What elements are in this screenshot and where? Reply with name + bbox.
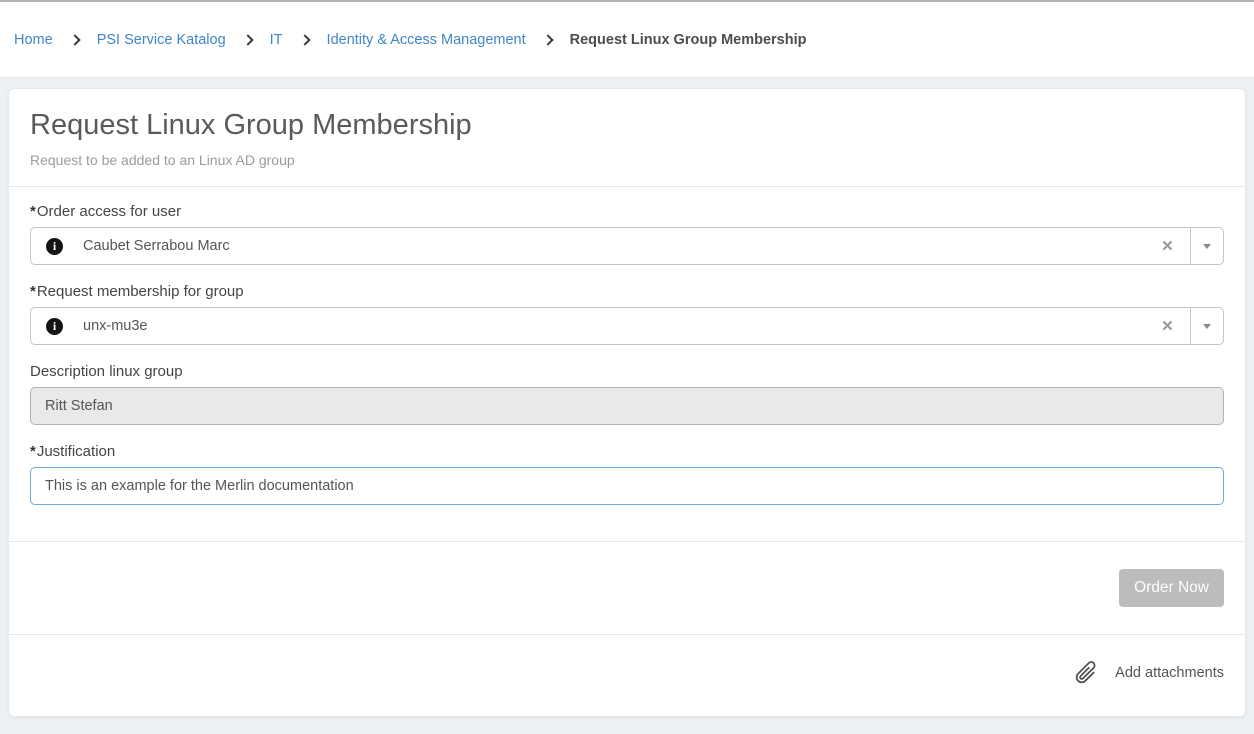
add-attachments-button[interactable]: Add attachments <box>1073 659 1224 686</box>
description-linux-group-label: Description linux group <box>30 363 1224 380</box>
caret-down-icon <box>1203 244 1211 249</box>
info-icon[interactable]: i <box>46 318 63 335</box>
clear-icon[interactable]: × <box>1160 237 1175 256</box>
breadcrumb-bar: Home PSI Service Katalog IT Identity & A… <box>0 2 1254 78</box>
chevron-right-icon <box>242 34 253 45</box>
order-access-for-user-label: *Order access for user <box>30 203 1224 220</box>
order-access-for-user-dropdown-toggle[interactable] <box>1190 228 1223 264</box>
breadcrumb-link-identity-access-management[interactable]: Identity & Access Management <box>327 32 526 48</box>
breadcrumb: Home PSI Service Katalog IT Identity & A… <box>14 32 806 48</box>
order-access-for-user-selected-value: Caubet Serrabou Marc <box>83 238 230 254</box>
request-membership-for-group-label: *Request membership for group <box>30 283 1224 300</box>
justification-field[interactable] <box>30 467 1224 505</box>
chevron-right-icon <box>299 34 310 45</box>
breadcrumb-link-psi-service-katalog[interactable]: PSI Service Katalog <box>97 32 226 48</box>
clear-icon[interactable]: × <box>1160 317 1175 336</box>
order-access-for-user-select: i Caubet Serrabou Marc × <box>30 227 1224 265</box>
info-icon[interactable]: i <box>46 238 63 255</box>
attachments-row: Add attachments <box>9 634 1245 716</box>
actions-row: Order Now <box>9 541 1245 634</box>
request-form-card: Request Linux Group Membership Request t… <box>8 88 1246 717</box>
description-linux-group-field <box>30 387 1224 425</box>
order-now-button[interactable]: Order Now <box>1119 569 1224 607</box>
card-header: Request Linux Group Membership Request t… <box>9 89 1245 187</box>
form-group-order-access-for-user: *Order access for user i Caubet Serrabou… <box>30 203 1224 265</box>
breadcrumb-link-home[interactable]: Home <box>14 32 53 48</box>
required-marker: * <box>30 203 36 220</box>
caret-down-icon <box>1203 324 1211 329</box>
form-group-description-linux-group: Description linux group <box>30 363 1224 425</box>
request-membership-for-group-select-value-area[interactable]: i unx-mu3e × <box>31 308 1190 344</box>
chevron-right-icon <box>69 34 80 45</box>
page-subtitle: Request to be added to an Linux AD group <box>30 152 1224 168</box>
request-membership-for-group-select: i unx-mu3e × <box>30 307 1224 345</box>
form-group-justification: *Justification <box>30 443 1224 505</box>
chevron-right-icon <box>542 34 553 45</box>
request-membership-for-group-selected-value: unx-mu3e <box>83 318 147 334</box>
breadcrumb-current: Request Linux Group Membership <box>570 32 807 48</box>
breadcrumb-link-it[interactable]: IT <box>270 32 283 48</box>
required-marker: * <box>30 283 36 300</box>
add-attachments-label: Add attachments <box>1115 665 1224 681</box>
required-marker: * <box>30 443 36 460</box>
order-access-for-user-select-value-area[interactable]: i Caubet Serrabou Marc × <box>31 228 1190 264</box>
page-body: Request Linux Group Membership Request t… <box>0 78 1254 729</box>
form-body: *Order access for user i Caubet Serrabou… <box>9 187 1245 541</box>
paperclip-icon <box>1068 653 1106 691</box>
justification-label: *Justification <box>30 443 1224 460</box>
form-group-request-membership-for-group: *Request membership for group i unx-mu3e… <box>30 283 1224 345</box>
request-membership-for-group-dropdown-toggle[interactable] <box>1190 308 1223 344</box>
page-title: Request Linux Group Membership <box>30 107 1224 143</box>
